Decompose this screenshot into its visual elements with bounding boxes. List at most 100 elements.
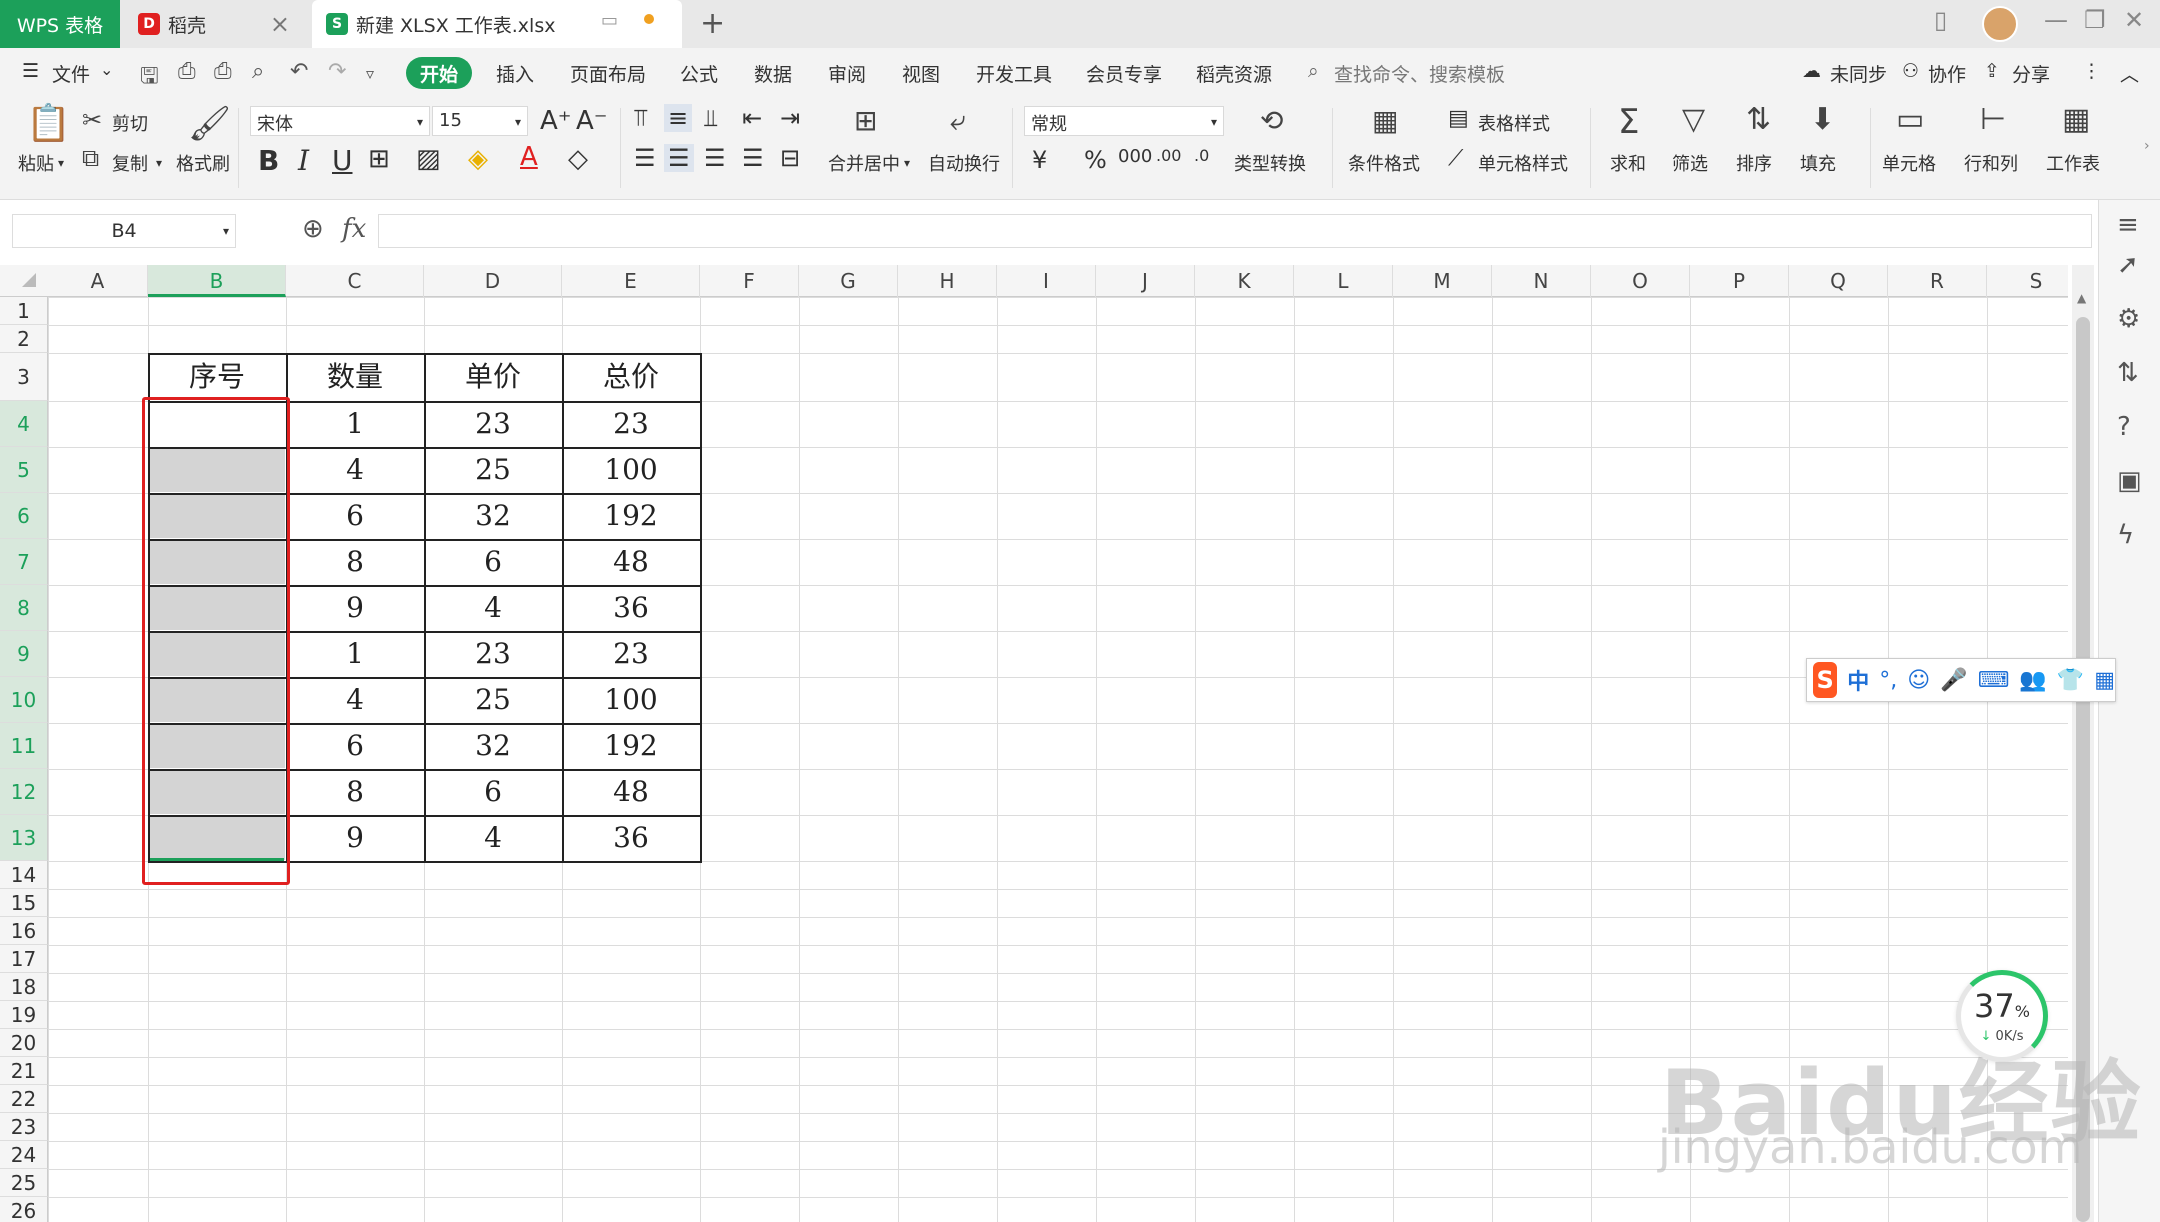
row-header-17[interactable]: 17 — [0, 945, 48, 973]
fx-icon[interactable]: fx — [342, 214, 366, 244]
row-header-16[interactable]: 16 — [0, 917, 48, 945]
select-all-icon[interactable] — [22, 273, 36, 287]
column-header-B[interactable]: B — [148, 265, 286, 297]
column-header-S[interactable]: S — [1987, 265, 2068, 297]
sum-button[interactable]: 求和 — [1610, 150, 1646, 176]
align-bottom-icon[interactable]: ⫫ — [704, 104, 718, 132]
toolbox-icon[interactable]: ▦ — [2094, 668, 2115, 693]
merge-center-button[interactable]: 合并居中 — [828, 150, 900, 176]
number-format-select[interactable]: 常规 ▾ — [1024, 106, 1224, 136]
table-cell[interactable]: 23 — [424, 631, 562, 677]
search-command-input[interactable]: 查找命令、搜索模板 — [1334, 60, 1505, 87]
menu-formula[interactable]: 公式 — [680, 60, 718, 87]
table-cell[interactable]: 1 — [286, 631, 424, 677]
column-header-R[interactable]: R — [1888, 265, 1987, 297]
row-col-button[interactable]: 行和列 — [1964, 150, 2018, 176]
row-header-18[interactable]: 18 — [0, 973, 48, 1001]
row-header-24[interactable]: 24 — [0, 1141, 48, 1169]
settings-sliders-icon[interactable]: ⚙ — [2117, 304, 2140, 334]
sort-panel-icon[interactable]: ⇅ — [2117, 358, 2139, 388]
collapse-ribbon-icon[interactable]: ︿ — [2120, 60, 2139, 87]
table-cell[interactable]: 23 — [562, 631, 700, 677]
format-painter-button[interactable]: 格式刷 — [176, 150, 230, 176]
row-col-icon[interactable]: ⊢ — [1980, 102, 2006, 137]
cell-icon[interactable]: ▭ — [1896, 102, 1924, 137]
row-header-9[interactable]: 9 — [0, 631, 48, 677]
row-header-7[interactable]: 7 — [0, 539, 48, 585]
collaborate-button[interactable]: 协作 — [1928, 60, 1966, 87]
filter-button[interactable]: 筛选 — [1672, 150, 1708, 176]
menu-view[interactable]: 视图 — [902, 60, 940, 87]
table-header-cell[interactable]: 总价 — [562, 353, 700, 401]
table-cell[interactable]: 32 — [424, 723, 562, 769]
print-icon[interactable]: ⎙ — [214, 59, 232, 84]
column-header-N[interactable]: N — [1492, 265, 1591, 297]
menu-data[interactable]: 数据 — [754, 60, 792, 87]
font-size-select[interactable]: 15 ▾ — [432, 106, 528, 136]
table-cell[interactable]: 100 — [562, 447, 700, 493]
formula-input[interactable] — [378, 214, 2092, 248]
currency-icon[interactable]: ¥ — [1032, 146, 1047, 174]
monitor-icon[interactable]: ▭ — [601, 10, 618, 31]
cell-pattern-icon[interactable]: ▨ — [416, 144, 441, 174]
copy-button[interactable]: 复制 — [112, 150, 148, 176]
cell-style-icon[interactable]: ⟋ — [1448, 146, 1463, 171]
sync-status[interactable]: 未同步 — [1830, 60, 1887, 87]
table-cell[interactable]: 8 — [286, 769, 424, 815]
percent-icon[interactable]: % — [1084, 146, 1107, 174]
justify-icon[interactable]: ☰ — [742, 144, 764, 172]
row-header-15[interactable]: 15 — [0, 889, 48, 917]
tab-daoke[interactable]: D 稻壳 × — [124, 0, 304, 48]
eraser-icon[interactable]: ◇ — [568, 144, 588, 174]
table-cell[interactable]: 32 — [424, 493, 562, 539]
table-cell[interactable]: 1 — [286, 401, 424, 447]
filter-icon[interactable]: ▽ — [1682, 102, 1705, 137]
align-top-icon[interactable]: ⫪ — [634, 104, 648, 132]
ime-toolbar[interactable]: S 中 °, ☺ 🎤 ⌨ 👥 👕 ▦ — [1806, 658, 2116, 702]
zoom-icon[interactable]: ⊕ — [302, 214, 324, 244]
reading-mode-icon[interactable]: ▯ — [1934, 6, 1947, 34]
row-header-4[interactable]: 4 — [0, 401, 48, 447]
menu-developer[interactable]: 开发工具 — [976, 60, 1052, 87]
wrap-text-button[interactable]: 自动换行 — [928, 150, 1000, 176]
tab-wps-sheets[interactable]: WPS 表格 — [0, 0, 120, 48]
distributed-align-icon[interactable]: ⊟ — [780, 144, 800, 172]
row-header-3[interactable]: 3 — [0, 353, 48, 401]
table-cell[interactable]: 25 — [424, 447, 562, 493]
row-header-8[interactable]: 8 — [0, 585, 48, 631]
redo-icon[interactable]: ↷ — [328, 59, 346, 84]
sogou-logo-icon[interactable]: S — [1813, 662, 1838, 698]
cell-style-button[interactable]: 单元格样式 — [1478, 150, 1568, 176]
column-header-C[interactable]: C — [286, 265, 424, 297]
image-edit-icon[interactable]: ▣ — [2117, 466, 2142, 496]
table-cell[interactable]: 6 — [424, 539, 562, 585]
column-header-L[interactable]: L — [1294, 265, 1393, 297]
table-cell[interactable]: 25 — [424, 677, 562, 723]
table-cell[interactable]: 4 — [286, 447, 424, 493]
table-cell[interactable]: 36 — [562, 585, 700, 631]
worksheet-button[interactable]: 工作表 — [2046, 150, 2100, 176]
font-color-icon[interactable]: A — [520, 142, 538, 172]
table-header-cell[interactable]: 单价 — [424, 353, 562, 401]
tab-file[interactable]: S 新建 XLSX 工作表.xlsx ▭ — [312, 0, 682, 48]
share-button[interactable]: 分享 — [2012, 60, 2050, 87]
save-icon[interactable]: 🖫 — [140, 59, 159, 97]
sum-icon[interactable]: Σ — [1618, 102, 1639, 142]
type-convert-button[interactable]: 类型转换 — [1234, 150, 1306, 176]
skin-icon[interactable]: 👕 — [2057, 668, 2084, 693]
sort-button[interactable]: 排序 — [1736, 150, 1772, 176]
menu-daoke-resources[interactable]: 稻壳资源 — [1196, 60, 1272, 87]
row-header-22[interactable]: 22 — [0, 1085, 48, 1113]
minimize-icon[interactable]: — — [2044, 6, 2068, 34]
restore-icon[interactable]: ❐ — [2084, 6, 2106, 34]
paste-button[interactable]: 粘贴 — [18, 150, 54, 176]
row-header-5[interactable]: 5 — [0, 447, 48, 493]
chevron-down-icon[interactable]: ⌄ — [100, 60, 113, 79]
chevron-down-icon[interactable]: ▾ — [156, 156, 162, 170]
export-pdf-icon[interactable]: ⎙ — [178, 59, 196, 84]
help-icon[interactable]: ? — [2117, 412, 2131, 442]
table-cell[interactable]: 6 — [424, 769, 562, 815]
align-right-icon[interactable]: ☰ — [704, 144, 726, 172]
column-header-G[interactable]: G — [799, 265, 898, 297]
more-icon[interactable]: ⋮ — [2082, 60, 2101, 82]
